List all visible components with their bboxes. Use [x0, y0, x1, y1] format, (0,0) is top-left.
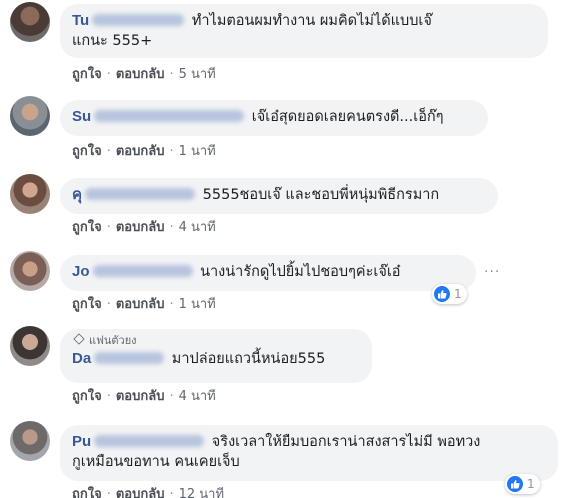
reply-link[interactable]: ตอบกลับ [116, 297, 165, 312]
reply-link[interactable]: ตอบกลับ [116, 220, 165, 235]
like-reaction-icon [434, 286, 450, 302]
like-link[interactable]: ถูกใจ [72, 220, 102, 235]
diamond-icon [73, 333, 85, 345]
comment-time[interactable]: 12 นาที [179, 487, 224, 498]
comment-text: มาปล่อยแถวนี้หน่อย555 [171, 351, 326, 367]
comment-text: จริงเวลาให้ยืมบอกเราน่าสงสารไม่มี พอทวง [211, 434, 481, 450]
redacted-name [92, 265, 193, 277]
avatar[interactable] [10, 2, 50, 42]
redacted-name [94, 110, 245, 122]
reply-link[interactable]: ตอบกลับ [116, 487, 165, 498]
reaction-count[interactable]: 1 [432, 284, 467, 304]
comment-text: กูเหมือนขอทาน คนเคยเจ็บ [72, 454, 240, 470]
like-link[interactable]: ถูกใจ [72, 297, 102, 312]
comment-bubble: Jo นางน่ารักดูไปยิ้มไปชอบๆค่ะเจ๊เอ๋ [60, 255, 476, 291]
comment-author[interactable]: Tu [72, 12, 187, 29]
avatar[interactable] [10, 96, 50, 136]
comment-text: เจ๊เอ๋สุดยอดเลยคนตรงดี...เอ็ก๊ๆ [251, 109, 444, 125]
comment-time[interactable]: 4 นาที [179, 220, 216, 235]
comment-text: ทำไมตอนผมทำงาน ผมคิดไม่ได้แบบเจ๊ [191, 13, 432, 29]
comment-time[interactable]: 4 นาที [179, 389, 216, 404]
comment-bubble: Su เจ๊เอ๋สุดยอดเลยคนตรงดี...เอ็ก๊ๆ [60, 100, 488, 136]
comment-bubble: Tu ทำไมตอนผมทำงาน ผมคิดไม่ได้แบบเจ๊ แกนะ… [60, 4, 548, 58]
comment-author[interactable]: Jo [72, 263, 196, 280]
reply-link[interactable]: ตอบกลับ [116, 144, 165, 159]
like-link[interactable]: ถูกใจ [72, 67, 102, 82]
comment-actions: ถูกใจ · ตอบกลับ · 1 นาที [72, 297, 216, 312]
comment-text: นางน่ารักดูไปยิ้มไปชอบๆค่ะเจ๊เอ๋ [200, 264, 401, 280]
redacted-name [94, 352, 165, 364]
redacted-name [94, 435, 205, 447]
comment-author[interactable]: Su [72, 108, 247, 125]
comment-actions: ถูกใจ · ตอบกลับ · 4 นาที [72, 220, 216, 235]
comment-time[interactable]: 1 นาที [179, 297, 216, 312]
comment-author[interactable]: Pu [72, 433, 207, 450]
reaction-count[interactable]: 1 [505, 474, 540, 494]
comment-actions: ถูกใจ · ตอบกลับ · 12 นาที [72, 487, 224, 498]
reply-link[interactable]: ตอบกลับ [116, 389, 165, 404]
like-link[interactable]: ถูกใจ [72, 389, 102, 404]
avatar[interactable] [10, 174, 50, 214]
like-link[interactable]: ถูกใจ [72, 144, 102, 159]
redacted-name [92, 14, 185, 26]
comment-text: 5555ชอบเจ๊ และชอบพี่หนุ่มพิธีกรมาก [202, 187, 440, 203]
comment-text: แกนะ 555+ [72, 33, 153, 49]
comment-actions: ถูกใจ · ตอบกลับ · 1 นาที [72, 144, 216, 159]
comment-bubble: Pu จริงเวลาให้ยืมบอกเราน่าสงสารไม่มี พอท… [60, 425, 558, 481]
like-reaction-icon [507, 476, 523, 492]
avatar[interactable] [10, 421, 50, 461]
avatar[interactable] [10, 251, 50, 291]
comment-thread: Tu ทำไมตอนผมทำงาน ผมคิดไม่ได้แบบเจ๊ แกนะ… [0, 0, 585, 498]
comment-actions: ถูกใจ · ตอบกลับ · 5 นาที [72, 67, 216, 82]
comment-author[interactable]: คุ [72, 186, 198, 203]
top-fan-badge: แฟนตัวยง [72, 333, 360, 348]
like-link[interactable]: ถูกใจ [72, 487, 102, 498]
comment-bubble: แฟนตัวยง Da มาปล่อยแถวนี้หน่อย555 [60, 329, 372, 383]
reply-link[interactable]: ตอบกลับ [116, 67, 165, 82]
comment-actions: ถูกใจ · ตอบกลับ · 4 นาที [72, 389, 216, 404]
more-options-icon[interactable]: ··· [484, 265, 500, 279]
avatar[interactable] [10, 326, 50, 366]
comment-bubble: คุ 5555ชอบเจ๊ และชอบพี่หนุ่มพิธีกรมาก [60, 178, 498, 214]
comment-time[interactable]: 5 นาที [179, 67, 216, 82]
redacted-name [85, 188, 196, 200]
comment-time[interactable]: 1 นาที [179, 144, 216, 159]
comment-author[interactable]: Da [72, 350, 167, 367]
